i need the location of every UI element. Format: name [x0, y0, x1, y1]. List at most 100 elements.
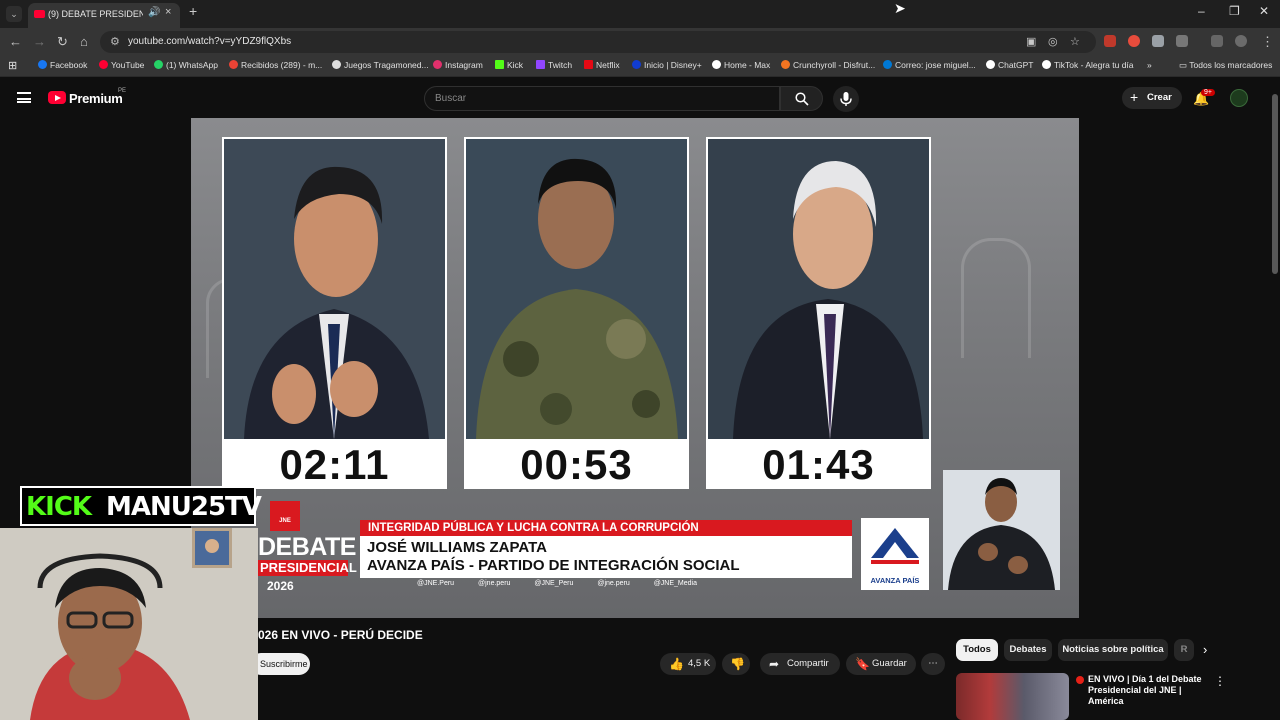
more-actions-button[interactable]: ⋯ [921, 653, 945, 675]
bookmark-youtube[interactable]: YouTube [99, 60, 144, 70]
chevron-right-icon[interactable]: › [1203, 642, 1207, 657]
browser-toolbar: ← → ↻ ⌂ ⚙ youtube.com/watch?v=yYDZ9flQXb… [0, 28, 1280, 56]
twitch-icon [536, 60, 545, 69]
bookmark-twitch[interactable]: Twitch [536, 60, 572, 70]
chip-todos[interactable]: Todos [956, 639, 998, 661]
bookmark-facebook[interactable]: Facebook [38, 60, 87, 70]
bookmark-whatsapp[interactable]: (1) WhatsApp [154, 60, 218, 70]
all-bookmarks-folder[interactable]: ▭ Todos los marcadores [1179, 60, 1272, 71]
avanza-pais-logo-icon [871, 528, 919, 564]
extension-red-icon[interactable] [1104, 35, 1116, 47]
video-title: 026 EN VIVO - PERÚ DECIDE [258, 628, 423, 642]
address-bar[interactable]: ⚙ youtube.com/watch?v=yYDZ9flQXbs ▣ ◎ ☆ [100, 31, 1096, 53]
search-input[interactable]: Buscar [424, 86, 780, 111]
like-button[interactable]: 👍 4,5 K [660, 653, 716, 675]
site-info-icon[interactable]: ⚙ [110, 35, 120, 48]
minimize-icon[interactable]: – [1198, 4, 1205, 18]
chip-noticias-politica[interactable]: Noticias sobre política [1058, 639, 1168, 661]
home-icon[interactable]: ⌂ [80, 34, 88, 49]
media-controls-icon[interactable] [1211, 35, 1223, 47]
scrollbar-thumb[interactable] [1272, 94, 1278, 274]
bookmark-instagram[interactable]: Instagram [433, 60, 483, 70]
youtube-logo-icon[interactable] [48, 91, 66, 104]
extensions-puzzle-icon[interactable] [1176, 35, 1188, 47]
chip-overflow[interactable]: R [1174, 639, 1194, 661]
youtube-brand[interactable]: Premium [69, 91, 123, 106]
debate-wordmark: DEBATE [258, 533, 356, 561]
browser-menu-icon[interactable]: ⋮ [1261, 34, 1274, 50]
more-vertical-icon[interactable]: ⋮ [1214, 674, 1226, 688]
bookmark-max[interactable]: Home - Max [712, 60, 770, 70]
profile-avatar-icon[interactable] [1235, 35, 1247, 47]
create-button[interactable]: + Crear [1122, 87, 1182, 109]
browser-tab-active[interactable]: (9) DEBATE PRESIDENCIAL 🔊 × [28, 3, 180, 28]
gmail-icon [229, 60, 238, 69]
netflix-icon [584, 60, 593, 69]
related-video-thumbnail[interactable] [956, 673, 1069, 720]
kick-wordmark: KICK [26, 492, 92, 522]
install-app-icon[interactable]: ▣ [1026, 35, 1036, 48]
apps-grid-icon[interactable]: ⊞ [8, 59, 17, 72]
browser-tabstrip: ⌄ (9) DEBATE PRESIDENCIAL 🔊 × + – ❐ ✕ ➤ [0, 0, 1280, 28]
share-button[interactable]: ➦ Compartir [760, 653, 840, 675]
facebook-icon [38, 60, 47, 69]
create-label: Crear [1147, 92, 1172, 103]
restore-icon[interactable]: ❐ [1229, 4, 1240, 18]
bookmark-kick[interactable]: Kick [495, 60, 523, 70]
streamer-webcam [0, 528, 258, 720]
back-icon[interactable]: ← [9, 34, 22, 49]
share-icon: ➦ [769, 657, 780, 671]
tab-search-button[interactable]: ⌄ [6, 6, 22, 22]
whatsapp-icon [154, 60, 163, 69]
save-label: Guardar [872, 658, 907, 669]
related-video-title[interactable]: EN VIVO | Día 1 del Debate Presidencial … [1088, 674, 1206, 707]
youtube-icon [99, 60, 108, 69]
page-scrollbar[interactable] [1270, 86, 1280, 720]
bookmarks-overflow-icon[interactable]: » [1147, 60, 1152, 70]
bookmark-chatgpt[interactable]: ChatGPT [986, 60, 1033, 70]
video-player[interactable]: 02:11 00:53 01:43 JNE DEBATE PRESIDENCIA… [191, 118, 1079, 618]
eye-off-icon[interactable]: ◎ [1048, 35, 1058, 48]
candidate-name: JOSÉ WILLIAMS ZAPATA [367, 539, 547, 556]
kick-icon [495, 60, 504, 69]
party-name: AVANZA PAÍS - PARTIDO DE INTEGRACIÓN SOC… [367, 557, 740, 574]
speaking-timer-3: 01:43 [762, 441, 875, 488]
bookmark-star-icon[interactable]: ☆ [1070, 35, 1080, 48]
search-icon [795, 92, 809, 106]
bookmark-crunchyroll[interactable]: Crunchyroll - Disfrut... [781, 60, 875, 70]
menu-icon[interactable] [17, 92, 31, 103]
chip-debates[interactable]: Debates [1004, 639, 1052, 661]
search-button[interactable] [780, 86, 823, 111]
bookmark-disney[interactable]: Inicio | Disney+ [632, 60, 702, 70]
presidencial-wordmark: PRESIDENCIAL [258, 560, 357, 576]
bookmark-juegos[interactable]: Juegos Tragamoned... [332, 60, 429, 70]
forward-icon[interactable]: → [33, 34, 46, 49]
dislike-button[interactable]: 👎 [722, 653, 750, 675]
more-horizontal-icon: ⋯ [928, 658, 938, 669]
party-logo: AVANZA PAÍS [861, 518, 929, 590]
save-button[interactable]: 🔖 Guardar [846, 653, 916, 675]
extension-record-icon[interactable] [1128, 35, 1140, 47]
bookmark-outlook[interactable]: Correo: jose miguel... [883, 60, 976, 70]
window-close-icon[interactable]: ✕ [1259, 4, 1269, 18]
reload-icon[interactable]: ↻ [57, 34, 68, 50]
bookmark-tiktok[interactable]: TikTok - Alegra tu día [1042, 60, 1134, 70]
url-text[interactable]: youtube.com/watch?v=yYDZ9flQXbs [128, 36, 291, 47]
subscribe-button[interactable]: Suscribirme [250, 653, 310, 675]
kick-username: MANU25TV [106, 492, 262, 522]
bookmark-gmail[interactable]: Recibidos (289) - m... [229, 60, 322, 70]
extension-shield-icon[interactable] [1152, 35, 1164, 47]
youtube-header: Premium PE Buscar + Crear 🔔 9+ [0, 78, 1280, 118]
candidate-photo-3 [708, 139, 929, 439]
voice-search-button[interactable] [833, 86, 859, 112]
tab-close-icon[interactable]: × [165, 6, 171, 18]
new-tab-icon[interactable]: + [189, 3, 197, 19]
bookmark-netflix[interactable]: Netflix [584, 60, 620, 70]
chatgpt-icon [986, 60, 995, 69]
tab-title: (9) DEBATE PRESIDENCIAL [48, 9, 143, 19]
debate-year: 2026 [267, 579, 294, 593]
account-avatar[interactable] [1230, 89, 1248, 107]
audio-playing-icon[interactable]: 🔊 [148, 7, 160, 18]
like-count: 4,5 K [688, 658, 711, 669]
thumbs-up-icon: 👍 [669, 657, 684, 671]
